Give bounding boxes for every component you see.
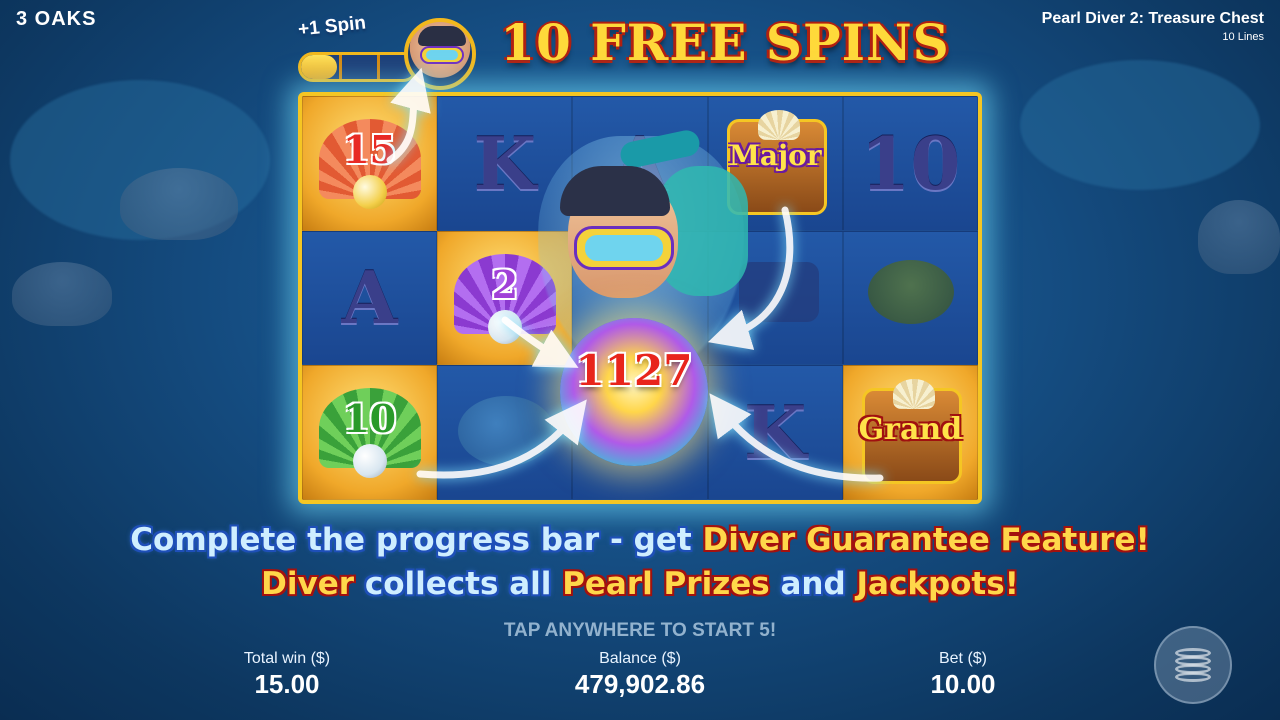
symbol-letter: 10 — [860, 120, 961, 206]
pearl-prize-value: 15 — [343, 127, 397, 172]
feature-message-line-2: Diver collects all Pearl Prizes and Jack… — [0, 566, 1280, 602]
background-shell — [120, 168, 238, 240]
symbol-letter: K — [743, 390, 807, 476]
lines-count: 10 Lines — [1222, 31, 1264, 43]
avatar-hair — [418, 26, 466, 46]
tap-to-start-prompt[interactable]: TAP ANYWHERE TO START 5! — [0, 620, 1280, 642]
coin-stack-icon — [1175, 648, 1211, 682]
jackpot-major-label: Major — [728, 139, 822, 172]
free-spins-banner: 10 FREE SPINS — [500, 13, 950, 72]
pearl-prize-value: 10 — [343, 396, 397, 442]
goggles-icon — [738, 261, 819, 322]
message-highlight: Jackpots! — [856, 566, 1019, 602]
gold-pearl-icon — [353, 175, 387, 209]
game-title: Pearl Diver 2: Treasure Chest 10 Lines — [1042, 10, 1264, 43]
background-shell — [1198, 200, 1280, 274]
dolphin-icon — [458, 396, 555, 467]
balance-value: 479,902.86 — [574, 669, 706, 699]
extra-spin-label: +1 Spin — [297, 12, 367, 41]
balance-label: Balance ($) — [599, 650, 681, 667]
bet-label: Bet ($) — [938, 650, 987, 667]
turtle-icon — [867, 259, 954, 324]
bet-value: 10.00 — [930, 669, 996, 699]
diver-hair — [560, 166, 670, 216]
symbol-letter: K — [473, 120, 537, 206]
message-text: Complete the progress bar - get — [130, 522, 692, 558]
total-win-display: Total win ($) 15.00 — [212, 650, 362, 700]
background-shell — [12, 262, 112, 326]
reel-cell-dolphin — [437, 365, 573, 500]
diver-avatar-icon — [404, 18, 476, 90]
message-text: and — [780, 566, 846, 602]
diver-mask-icon — [574, 226, 674, 270]
reel-cell-pearl-15: 15 — [302, 96, 438, 231]
reel-cell-letter: A — [302, 230, 438, 366]
total-win-value: 15.00 — [254, 669, 320, 699]
brand-logo: 3 OAKS — [16, 8, 97, 30]
total-win-label: Total win ($) — [243, 650, 331, 667]
feature-message-line-1: Complete the progress bar - get Diver Gu… — [0, 522, 1280, 558]
white-pearl-icon — [488, 309, 523, 344]
reel-cell-letter: K — [707, 365, 843, 500]
reel-cell-chest-grand: Grand — [842, 365, 978, 500]
progress-divider — [339, 55, 342, 79]
symbol-letter: A — [341, 255, 398, 341]
reel-cell-pearl-10: 10 — [302, 365, 438, 500]
bet-display[interactable]: Bet ($) 10.00 — [888, 650, 1038, 700]
game-name: Pearl Diver 2: Treasure Chest — [1041, 10, 1264, 27]
progress-fill — [301, 55, 338, 79]
reel-cell-letter: 10 — [842, 96, 978, 231]
bet-stack-button[interactable] — [1154, 626, 1232, 704]
avatar-mask — [420, 46, 464, 64]
message-highlight: Pearl Prizes — [562, 566, 770, 602]
message-highlight: Diver Guarantee Feature! — [702, 522, 1150, 558]
progress-divider — [377, 55, 380, 79]
message-text: collects all — [364, 566, 552, 602]
balance-display: Balance ($) 479,902.86 — [535, 650, 745, 700]
reel-cell-turtle — [842, 230, 978, 366]
jackpot-grand-label: Grand — [858, 412, 963, 448]
progress-bar — [298, 52, 418, 82]
message-highlight: Diver — [261, 566, 355, 602]
collected-total-value: 1127 — [575, 346, 693, 395]
white-pearl-icon — [353, 444, 387, 479]
background-rock — [1020, 60, 1260, 190]
